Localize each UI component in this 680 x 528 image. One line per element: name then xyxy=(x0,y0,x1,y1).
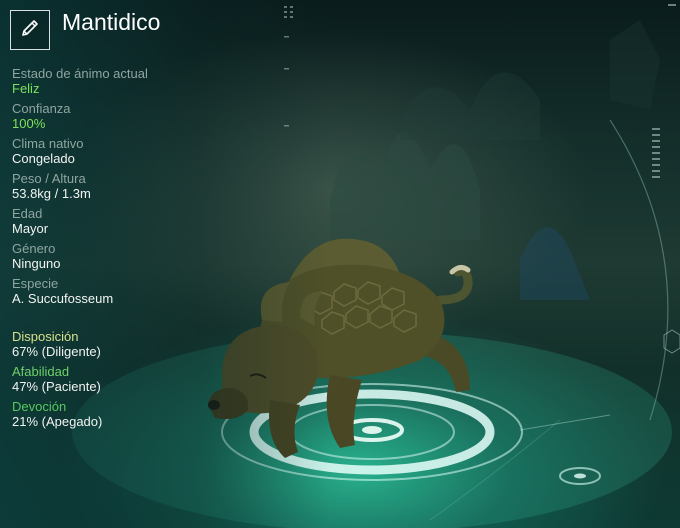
edit-name-button[interactable] xyxy=(10,10,50,50)
stat-value: Ninguno xyxy=(12,256,61,271)
stat-weight-height: Peso / Altura 53.8kg / 1.3m xyxy=(12,171,312,201)
stat-gender: Género Ninguno xyxy=(12,241,312,271)
trait-devotion: Devoción 21% (Apegado) xyxy=(12,399,312,429)
stat-label: Edad xyxy=(12,206,43,221)
stat-label: Confianza xyxy=(12,101,71,116)
stat-climate: Clima nativo Congelado xyxy=(12,136,312,166)
trait-value: 47% (Paciente) xyxy=(12,379,101,394)
trait-disposition: Disposición 67% (Diligente) xyxy=(12,329,312,359)
stat-value: Mayor xyxy=(12,221,49,236)
stat-value: Congelado xyxy=(12,151,75,166)
trait-label: Afabilidad xyxy=(12,364,70,379)
stat-label: Clima nativo xyxy=(12,136,84,151)
trait-label: Devoción xyxy=(12,399,67,414)
pencil-icon xyxy=(19,17,41,44)
stat-mood: Estado de ánimo actual Feliz xyxy=(12,66,312,96)
stat-species: Especie A. Succufosseum xyxy=(12,276,312,306)
trait-affability: Afabilidad 47% (Paciente) xyxy=(12,364,312,394)
stat-label: Peso / Altura xyxy=(12,171,86,186)
trait-value: 67% (Diligente) xyxy=(12,344,101,359)
stat-value: 53.8kg / 1.3m xyxy=(12,186,91,201)
stat-label: Estado de ánimo actual xyxy=(12,66,148,81)
stat-value: A. Succufosseum xyxy=(12,291,114,306)
trait-value: 21% (Apegado) xyxy=(12,414,103,429)
stat-value: 100% xyxy=(12,116,46,131)
stat-age: Edad Mayor xyxy=(12,206,312,236)
creature-traits-panel: Disposición 67% (Diligente) Afabilidad 4… xyxy=(12,329,312,434)
stat-trust: Confianza 100% xyxy=(12,101,312,131)
creature-stats-panel: Estado de ánimo actual Feliz Confianza 1… xyxy=(12,66,312,311)
stat-label: Género xyxy=(12,241,56,256)
stat-value: Feliz xyxy=(12,81,40,96)
trait-label: Disposición xyxy=(12,329,79,344)
creature-name: Mantidico xyxy=(62,9,161,35)
stat-label: Especie xyxy=(12,276,59,291)
